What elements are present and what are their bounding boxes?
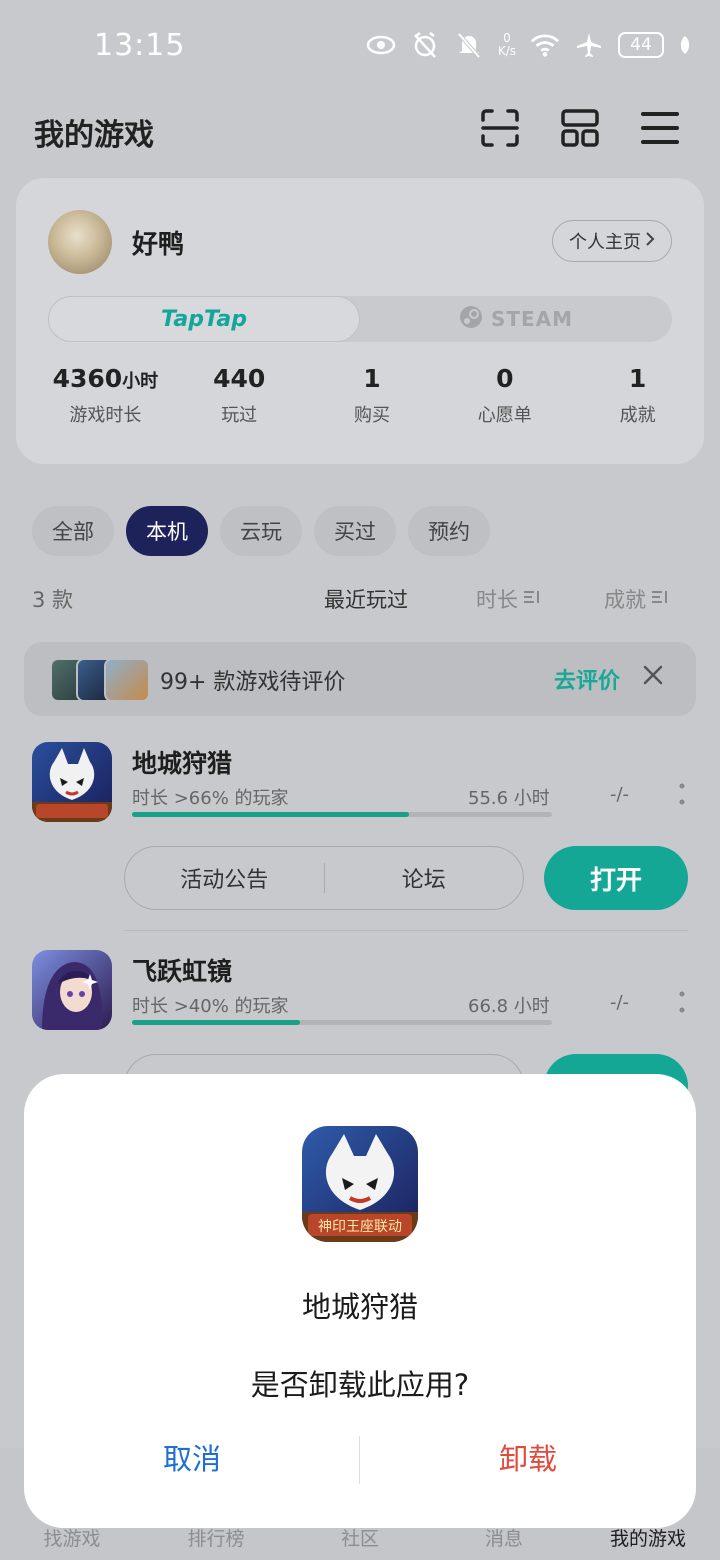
sort-duration[interactable]: 时长 [476, 584, 540, 614]
stat-achievements[interactable]: 1 成就 [571, 364, 704, 427]
uninstall-dialog: 神印王座联动 地城狩猎 是否卸载此应用? 取消 卸载 [24, 1074, 696, 1528]
icon-badge-text: 神印王座联动 [318, 1219, 402, 1235]
mute-icon [454, 30, 484, 60]
game-count: 3 款 [32, 588, 74, 612]
game-title: 飞跃虹镜 [132, 957, 233, 986]
profile-home-label: 个人主页 [569, 232, 641, 253]
scan-icon[interactable] [480, 108, 524, 152]
announcement-button[interactable]: 活动公告 [125, 862, 324, 894]
divider [124, 930, 688, 931]
go-review-link[interactable]: 去评价 [554, 663, 620, 695]
dialog-title: 地城狩猎 [301, 1290, 418, 1324]
more-vertical-icon[interactable] [678, 990, 688, 1016]
stat-purchased[interactable]: 1 购买 [306, 364, 439, 427]
tab-steam[interactable]: STEAM [360, 296, 672, 342]
alarm-off-icon [410, 30, 440, 60]
filter-local[interactable]: 本机 [126, 506, 208, 556]
sort-achievement[interactable]: 成就 [604, 584, 668, 614]
stat-played[interactable]: 440 玩过 [173, 364, 306, 427]
profile-home-button[interactable]: 个人主页 [552, 220, 672, 262]
avatar[interactable] [48, 210, 112, 274]
dialog-message: 是否卸载此应用? [250, 1368, 470, 1402]
filter-cloud[interactable]: 云玩 [220, 506, 302, 556]
profile-card: 好鸭 个人主页 TapTap STEAM 4360小时 游戏时长 440 玩过 … [16, 178, 704, 464]
playtime-progress-fill [132, 1020, 300, 1025]
uninstall-button[interactable]: 卸载 [360, 1436, 696, 1478]
playtime-progress-fill [132, 812, 410, 817]
game-item[interactable]: 地城狩猎 时长 >66% 的玩家 55.6 小时 -/- 活动公告 论坛 打开 [32, 742, 688, 932]
game-title: 地城狩猎 [132, 749, 233, 778]
game-thumbnails [50, 658, 150, 702]
open-game-button[interactable]: 打开 [544, 846, 688, 910]
wifi-icon [530, 30, 560, 60]
filter-bought[interactable]: 买过 [314, 506, 396, 556]
status-bar: 13:15 0 K/s 44 [0, 0, 720, 92]
sort-bar: 3 款 最近玩过 时长 成就 [32, 584, 680, 616]
game-achievement: -/- [610, 992, 630, 1013]
playtime-progress [132, 812, 552, 817]
stat-playtime[interactable]: 4360小时 游戏时长 [38, 364, 173, 427]
airplane-icon [574, 30, 604, 60]
sort-recent[interactable]: 最近玩过 [324, 584, 408, 614]
game-achievement: -/- [610, 784, 630, 805]
dialog-app-icon: 神印王座联动 [302, 1126, 418, 1242]
battery-indicator: 44 [618, 32, 664, 58]
more-vertical-icon[interactable] [678, 782, 688, 808]
review-banner[interactable]: 99+ 款游戏待评价 去评价 [24, 642, 696, 716]
close-icon[interactable] [642, 664, 670, 692]
playtime-rank: 时长 >40% 的玩家 [132, 996, 289, 1017]
tab-taptap[interactable]: TapTap [48, 296, 360, 342]
sort-icon [650, 587, 668, 611]
sort-icon [522, 587, 540, 611]
steam-label: STEAM [490, 307, 574, 331]
game-icon[interactable] [32, 950, 112, 1030]
thumbnail [104, 658, 150, 702]
game-hours: 55.6 小时 [468, 788, 550, 809]
menu-icon[interactable] [640, 108, 684, 152]
steam-icon [459, 305, 483, 334]
net-speed: 0 K/s [497, 31, 516, 58]
clock: 13:15 [94, 28, 186, 63]
leaf-icon [678, 30, 692, 60]
page-title: 我的游戏 [34, 118, 154, 153]
cancel-button[interactable]: 取消 [24, 1436, 360, 1478]
chevron-right-icon [645, 231, 655, 252]
eye-icon [366, 30, 396, 60]
username: 好鸭 [132, 230, 185, 260]
filter-all[interactable]: 全部 [32, 506, 114, 556]
page-header: 我的游戏 [34, 108, 680, 153]
stat-wishlist[interactable]: 0 心愿单 [438, 364, 571, 427]
game-icon[interactable] [32, 742, 112, 822]
grid-icon[interactable] [560, 108, 604, 152]
playtime-progress [132, 1020, 552, 1025]
review-banner-text: 99+ 款游戏待评价 [160, 670, 346, 695]
game-actions: 活动公告 论坛 [124, 846, 524, 910]
filter-chips: 全部 本机 云玩 买过 预约 [32, 506, 490, 556]
platform-switch: TapTap STEAM [48, 296, 672, 342]
forum-button[interactable]: 论坛 [325, 862, 524, 894]
game-hours: 66.8 小时 [468, 996, 550, 1017]
filter-reserved[interactable]: 预约 [408, 506, 490, 556]
stats-row: 4360小时 游戏时长 440 玩过 1 购买 0 心愿单 1 成就 [16, 364, 704, 427]
playtime-rank: 时长 >66% 的玩家 [132, 788, 289, 809]
